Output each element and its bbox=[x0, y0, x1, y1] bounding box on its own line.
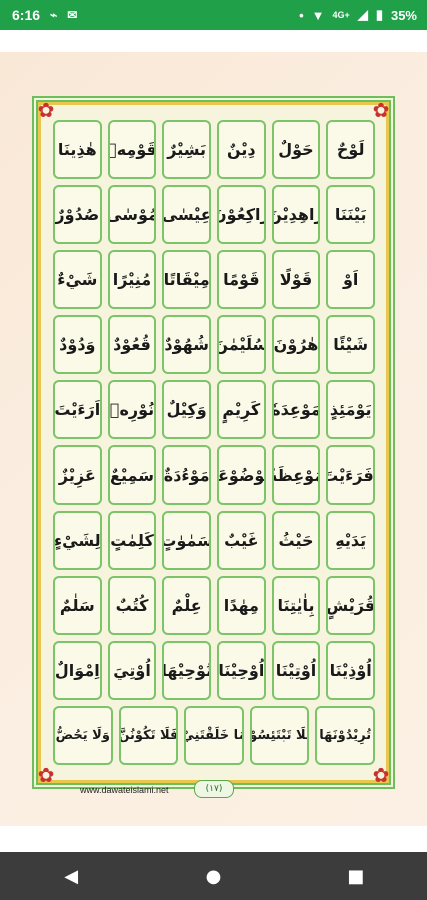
status-time: 6:16 bbox=[12, 7, 41, 23]
word-cell: قَوْمِهٖ bbox=[107, 120, 157, 180]
word-cell: اُوْذِيْنَا bbox=[326, 640, 375, 700]
word-cell: قَوْلًا bbox=[271, 250, 321, 310]
battery-icon: ▮ bbox=[375, 7, 383, 22]
flower-icon: ✿ bbox=[372, 98, 390, 122]
page-number: (١٧) bbox=[194, 780, 234, 798]
word-cell: اَفَرَءَيْتَ bbox=[326, 445, 375, 505]
word-cell: مَوْضُوْعَةٌ bbox=[217, 445, 266, 505]
word-cell: اَرَءَيْتَ bbox=[53, 380, 102, 440]
word-cell: سَمٰوٰتٍ bbox=[162, 510, 211, 570]
word-cell: هٰذِينَا bbox=[53, 120, 102, 180]
word-cell: عِلْمٌ bbox=[162, 575, 211, 635]
word-cell: مَوْعِظَةٌ bbox=[271, 445, 321, 505]
signal-icon: ◢ bbox=[357, 7, 368, 22]
wifi-icon: ▼ bbox=[311, 7, 325, 23]
word-grid: هٰذِينَا قَوْمِهٖ بَشِيْرٌ دِيْنٌ حَوْلٌ لَوْ… bbox=[53, 120, 375, 765]
word-cell: وَكِيْلٌ bbox=[162, 380, 211, 440]
word-cell: قُعُوْدٌ bbox=[107, 315, 157, 375]
word-cell: كَلِمٰتٍ bbox=[107, 510, 157, 570]
dot-icon: • bbox=[299, 7, 304, 23]
word-cell: فَلَا تَكُوْنُنَّ bbox=[118, 705, 179, 765]
flower-icon: ✿ bbox=[37, 98, 55, 122]
word-cell: لِشَيْءٍ bbox=[53, 510, 102, 570]
word-cell: مَوْعِدَهٗ bbox=[271, 380, 321, 440]
home-icon[interactable]: ● bbox=[183, 866, 243, 887]
word-cell: مِهٰدًا bbox=[217, 575, 266, 635]
word-cell: سَلٰمٌ bbox=[53, 575, 102, 635]
word-cell: اَوْ bbox=[326, 250, 375, 310]
word-cell: غَيْبٌ bbox=[217, 510, 266, 570]
word-cell: رَاكِعُوْنَ bbox=[217, 185, 266, 245]
network-label: 4G+ bbox=[332, 10, 350, 20]
word-cell: عِيْسٰى bbox=[162, 185, 211, 245]
flower-icon: ✿ bbox=[372, 763, 390, 787]
word-cell: مَوْءُدَةٌ bbox=[162, 445, 211, 505]
usb-icon: ⌁ bbox=[50, 8, 58, 22]
word-cell: مِيْقَاتًا bbox=[162, 250, 211, 310]
word-cell: شَيْئًا bbox=[326, 315, 375, 375]
word-cell: عَزِيْزٌ bbox=[53, 445, 102, 505]
navigation-bar: ◀ ● ■ bbox=[0, 852, 427, 900]
word-cell: يَوْمَئِذٍ bbox=[326, 380, 375, 440]
word-cell: بَيْنَنَا bbox=[326, 185, 375, 245]
recents-icon[interactable]: ■ bbox=[326, 866, 386, 887]
back-icon[interactable]: ◀ bbox=[41, 866, 101, 887]
word-cell: شَيْءٌ bbox=[53, 250, 102, 310]
word-cell: كُتُبٌ bbox=[107, 575, 157, 635]
word-cell: بَشِيْرٌ bbox=[162, 120, 211, 180]
word-cell: اِمْوَالٌ bbox=[53, 640, 102, 700]
flower-icon: ✿ bbox=[37, 763, 55, 787]
word-cell: زَاهِدِيْنَ bbox=[271, 185, 321, 245]
status-bar: 6:16 ⌁ ✉ • ▼ 4G+ ◢ ▮ 35% bbox=[0, 0, 427, 30]
word-cell: وَلَا يَحُضُّ bbox=[53, 705, 113, 765]
battery-percent: 35% bbox=[390, 7, 417, 23]
word-cell: يَدَيْهِ bbox=[326, 510, 375, 570]
word-cell: كَرِيْمٍ bbox=[217, 380, 266, 440]
qaida-page: ✿ ✿ ✿ ✿ هٰذِينَا قَوْمِهٖ بَشِيْرٌ دِيْنٌ حَ… bbox=[0, 52, 427, 826]
word-cell: قَوْمًا bbox=[217, 250, 266, 310]
word-cell: مَا خَلَقْتَنِيْ bbox=[184, 705, 244, 765]
ornamental-frame: ✿ ✿ ✿ ✿ هٰذِينَا قَوْمِهٖ بَشِيْرٌ دِيْنٌ حَ… bbox=[32, 96, 395, 789]
word-cell: مُنِيْرًا bbox=[107, 250, 157, 310]
word-cell: لَوْحٌ bbox=[326, 120, 375, 180]
word-cell: دِيْنٌ bbox=[217, 120, 266, 180]
word-cell: شُهُوْدٌ bbox=[162, 315, 211, 375]
last-row: وَلَا يَحُضُّ فَلَا تَكُوْنُنَّ مَا خَلَقْ… bbox=[53, 705, 375, 765]
word-cell: وَدُوْدٌ bbox=[53, 315, 102, 375]
word-cell: حَوْلٌ bbox=[271, 120, 321, 180]
word-cell: نُوْرِهٖ bbox=[107, 380, 157, 440]
word-cell: نُوْحِيْهَا bbox=[162, 640, 211, 700]
word-cell: اُوْحِيْنَا bbox=[217, 640, 266, 700]
word-cell: حَيْثُ bbox=[271, 510, 321, 570]
word-cell: قُرَيْشٍ bbox=[326, 575, 375, 635]
word-cell: سُلَيْمٰنَ bbox=[217, 315, 266, 375]
word-cell: فَلَا تَبْتَئِسُوْا bbox=[249, 705, 310, 765]
word-cell: بِاٰيٰتِنَا bbox=[271, 575, 321, 635]
word-cell: هٰرُوْنَ bbox=[271, 315, 321, 375]
mail-icon: ✉ bbox=[67, 8, 78, 22]
word-cell: سَمِيْعٌ bbox=[107, 445, 157, 505]
word-cell: تُرِيْدُوْنَهَا bbox=[315, 705, 375, 765]
word-cell: اُوْتِيَ bbox=[107, 640, 157, 700]
footer-url: www.dawateislami.net bbox=[80, 785, 169, 795]
word-cell: صُدُوْرٌ bbox=[53, 185, 102, 245]
status-right: • ▼ 4G+ ◢ ▮ 35% bbox=[299, 7, 417, 23]
word-cell: اُوْتِيْنَا bbox=[271, 640, 321, 700]
word-cell: مُوْسٰى bbox=[107, 185, 157, 245]
